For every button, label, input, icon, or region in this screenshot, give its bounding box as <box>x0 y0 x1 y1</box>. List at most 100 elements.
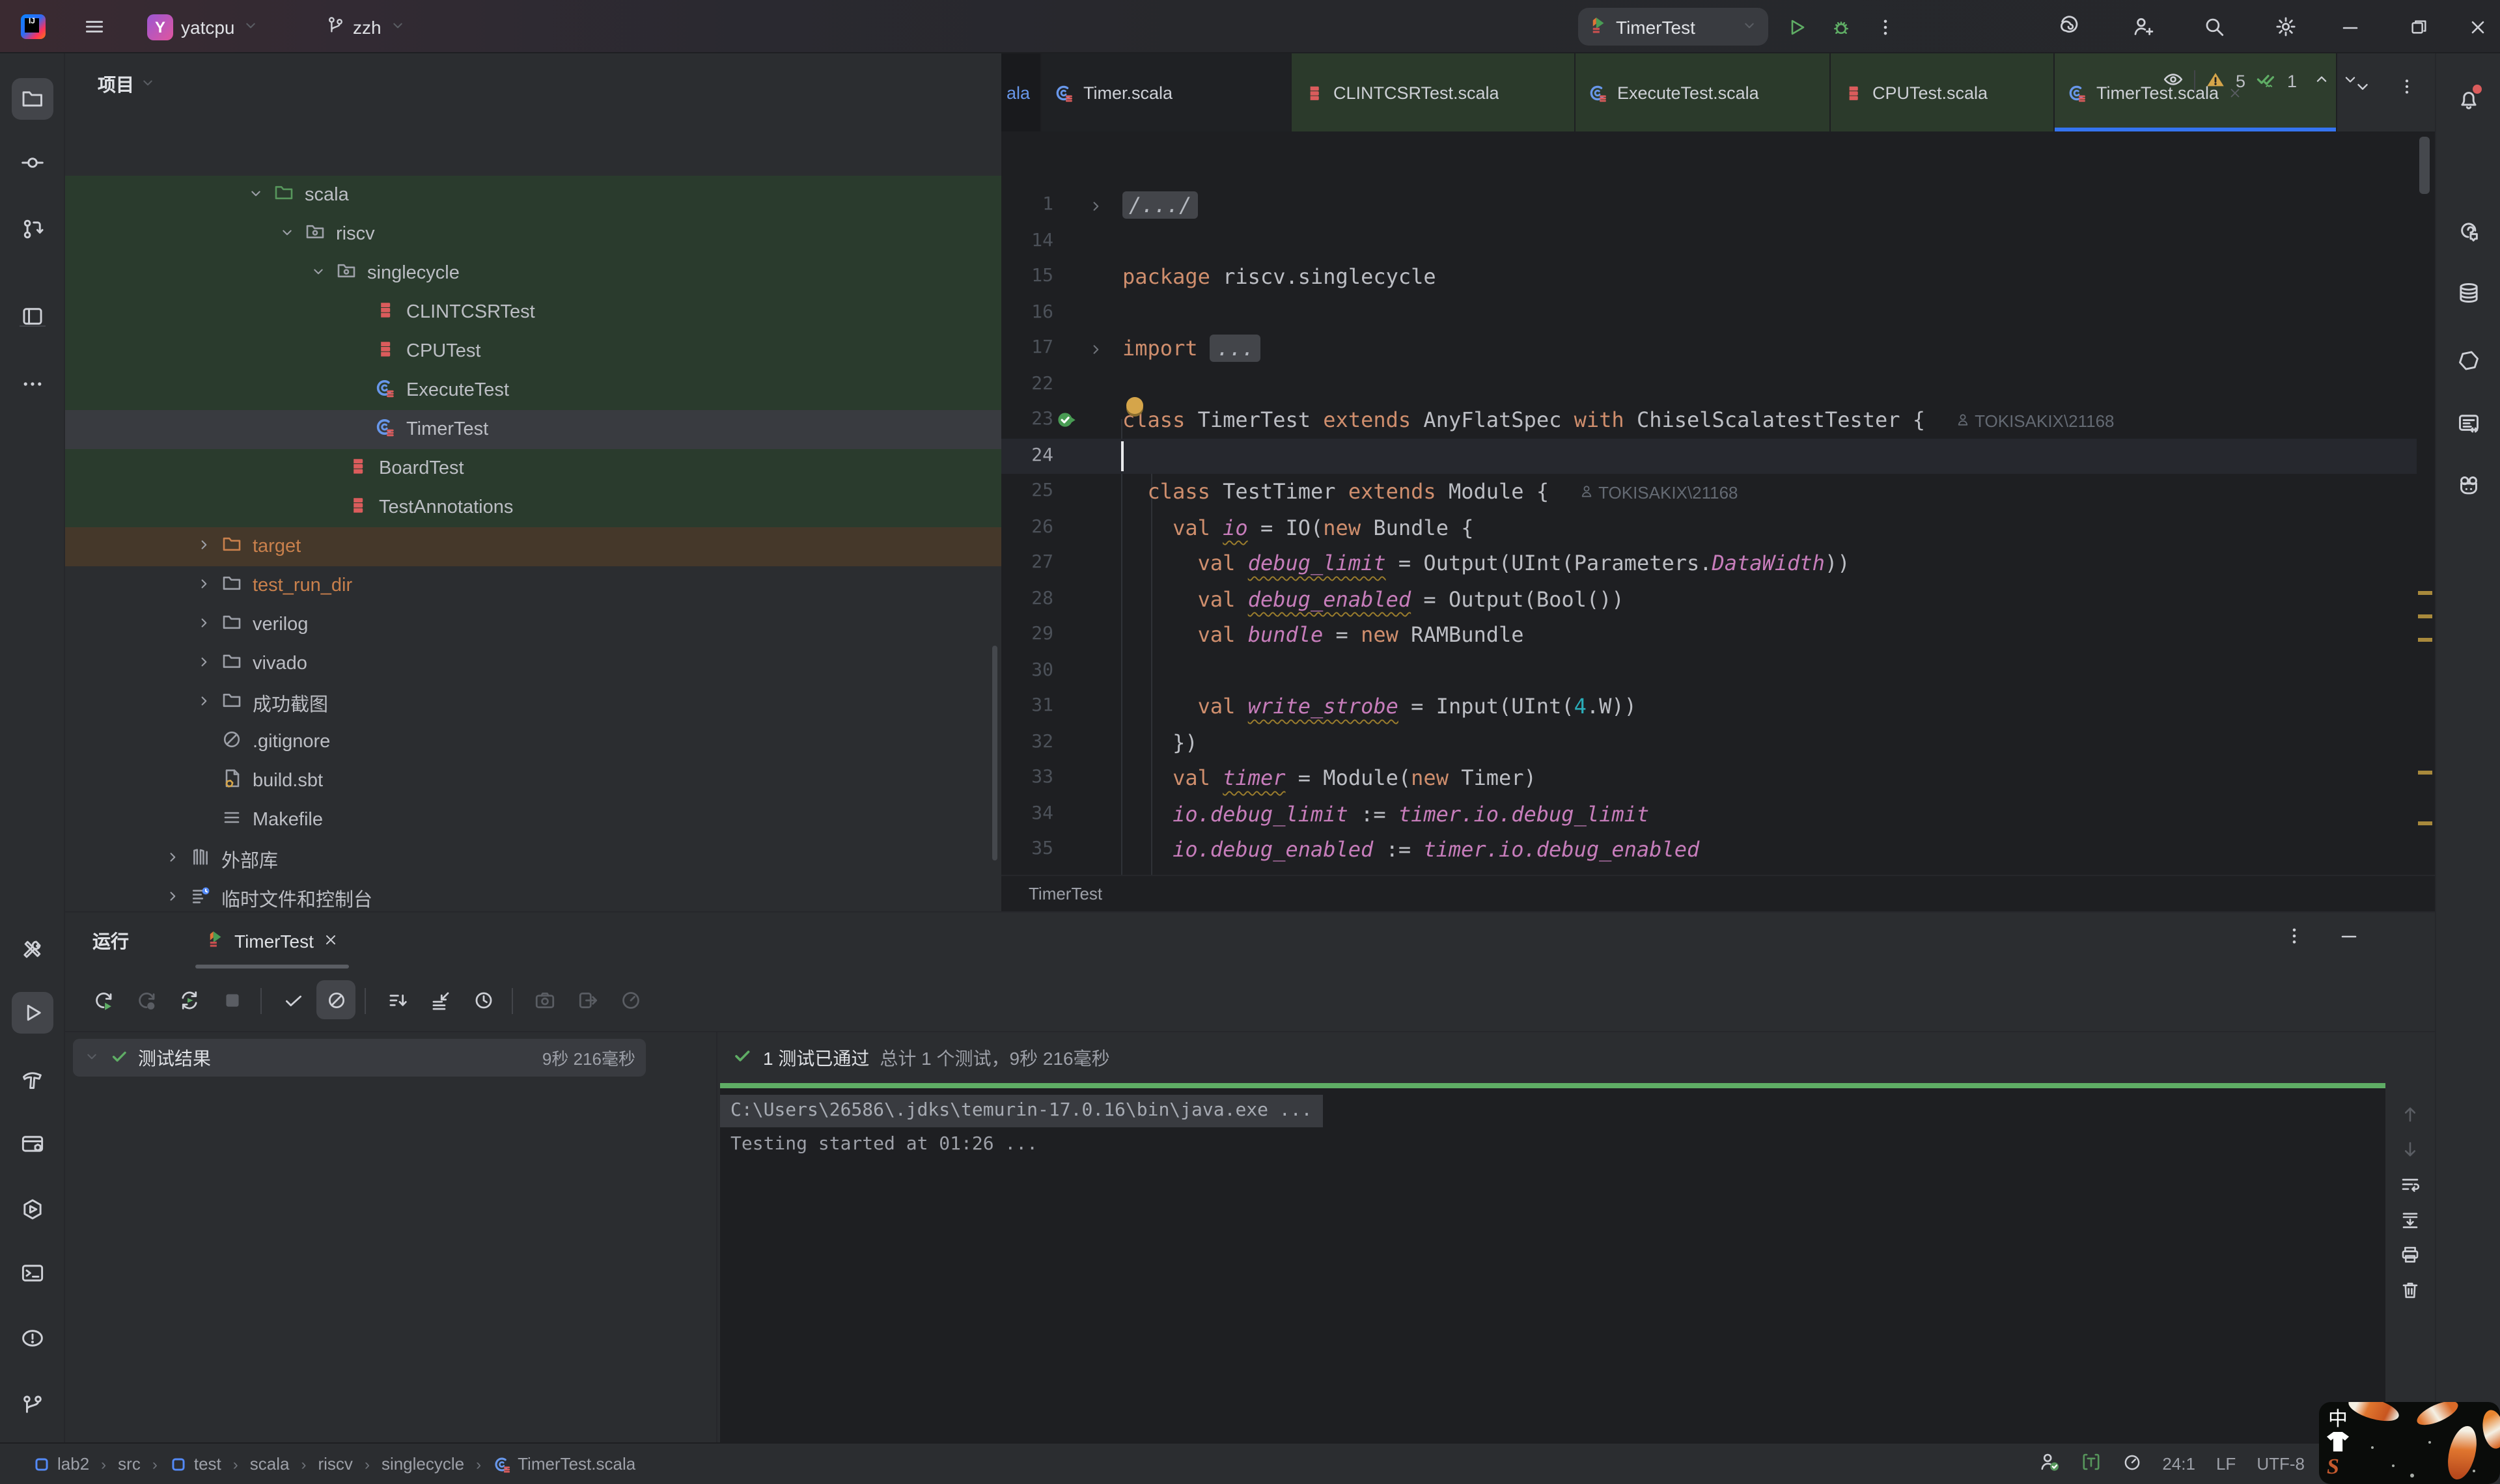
toolbar-sort-time-button[interactable] <box>464 980 503 1019</box>
stripe-terminal-button[interactable] <box>12 1252 53 1294</box>
editor-scrollbar[interactable] <box>2419 137 2430 194</box>
code-with-me-button[interactable] <box>2132 0 2154 53</box>
gauge-icon[interactable] <box>2122 1452 2141 1472</box>
console-scroll-end-button[interactable] <box>2391 1203 2430 1237</box>
warning-stripe-mark[interactable] <box>2418 591 2432 595</box>
stripe-problems-button[interactable] <box>12 1317 53 1359</box>
settings-button[interactable] <box>2275 0 2297 53</box>
tree-item-.gitignore[interactable]: .gitignore <box>65 722 1001 762</box>
code-line-14[interactable]: 14 <box>1001 223 2435 259</box>
project-selector[interactable]: Y yatcpu <box>147 0 260 53</box>
toolbar-check-filter-button[interactable] <box>273 980 312 1019</box>
code-line-36[interactable]: 36 <box>1001 868 2435 875</box>
stripe-structure-button[interactable] <box>12 295 53 337</box>
tree-item-外部库[interactable]: 外部库 <box>65 840 1001 879</box>
code-editor[interactable]: 1/.../1415package riscv.singlecycle1617i… <box>1001 133 2435 875</box>
tree-item-临时文件和控制台[interactable]: 临时文件和控制台 <box>65 879 1001 911</box>
run-test-gutter-icon[interactable] <box>1056 409 1078 436</box>
intention-bulb-icon[interactable] <box>1126 397 1143 414</box>
ide-logo-icon[interactable]: IJ <box>21 0 46 53</box>
warning-stripe-mark[interactable] <box>2418 638 2432 642</box>
search-everywhere-button[interactable] <box>2203 0 2225 53</box>
toolbar-more-v-button[interactable]: undefined <box>654 980 693 1019</box>
stripe-pull-requests-button[interactable] <box>12 208 53 250</box>
toolbar-export-button[interactable] <box>568 980 607 1019</box>
stripe-database-button[interactable] <box>2448 272 2490 314</box>
t-badge-icon[interactable] <box>2080 1451 2101 1472</box>
toolbar-rerun-failed-button[interactable] <box>126 980 165 1019</box>
stripe-sbt-shell-button[interactable] <box>12 1123 53 1165</box>
ime-sogou-logo[interactable]: S <box>2327 1454 2339 1480</box>
code-line-30[interactable]: 30 <box>1001 653 2435 689</box>
vcs-branch-selector[interactable]: zzh <box>326 0 406 53</box>
tree-item-Makefile[interactable]: Makefile <box>65 801 1001 840</box>
stripe-more-button[interactable] <box>12 363 53 405</box>
run-console[interactable]: C:\Users\26586\.jdks\temurin-17.0.16\bin… <box>720 1088 2385 1442</box>
code-line-22[interactable]: 22 <box>1001 366 2435 402</box>
window-close-button[interactable] <box>2460 0 2496 53</box>
code-line-16[interactable]: 16 <box>1001 295 2435 331</box>
code-line-31[interactable]: 31 val write_strobe = Input(UInt(4.W)) <box>1001 689 2435 724</box>
code-line-1[interactable]: 1/.../ <box>1001 187 2435 223</box>
ai-assistant-button[interactable] <box>2057 0 2079 53</box>
run-configuration-selector[interactable]: TimerTest <box>1578 8 1768 46</box>
tree-item-verilog[interactable]: verilog <box>65 605 1001 644</box>
tab-options-button[interactable] <box>2397 77 2417 100</box>
status-breadcrumb-test[interactable]: test <box>169 1454 221 1474</box>
editor-tab-ala[interactable]: ala <box>1001 53 1042 131</box>
warning-stripe-mark[interactable] <box>2418 771 2432 775</box>
warning-stripe-mark[interactable] <box>2418 614 2432 618</box>
fold-marker-icon[interactable] <box>1087 195 1104 220</box>
stripe-project-button[interactable] <box>12 78 53 120</box>
code-line-25[interactable]: 25 class TestTimer extends Module { TOKI… <box>1001 474 2435 510</box>
stripe-services-button[interactable] <box>12 1189 53 1230</box>
breadcrumb-item[interactable]: TimerTest <box>1029 884 1102 903</box>
code-line-17[interactable]: 17import ... <box>1001 331 2435 366</box>
tree-item-TestAnnotations[interactable]: TestAnnotations <box>65 488 1001 527</box>
project-tree-scrollbar[interactable] <box>992 646 997 860</box>
stripe-ai-chat-button[interactable] <box>2448 211 2490 253</box>
console-arrow-down-button[interactable] <box>2391 1133 2430 1166</box>
toolbar-sort-by-button[interactable] <box>378 980 417 1019</box>
translation-plugin-icon[interactable] <box>2080 1451 2101 1476</box>
status-breadcrumb-src[interactable]: src <box>118 1454 141 1474</box>
stripe-plugin-mascot-button[interactable] <box>2448 465 2490 506</box>
tree-item-vivado[interactable]: vivado <box>65 644 1001 683</box>
next-problem-button[interactable] <box>2341 70 2359 92</box>
line-separator[interactable]: LF <box>2216 1454 2236 1474</box>
tree-item-CLINTCSRTest[interactable]: CLINTCSRTest <box>65 293 1001 332</box>
code-line-27[interactable]: 27 val debug_limit = Output(UInt(Paramet… <box>1001 545 2435 581</box>
project-panel-header[interactable]: 项目 <box>98 72 156 98</box>
toolbar-ignore-circle-button[interactable] <box>316 980 355 1019</box>
window-restore-button[interactable] <box>2400 0 2436 53</box>
tree-item-CPUTest[interactable]: CPUTest <box>65 332 1001 371</box>
warning-count[interactable]: 5 <box>2236 72 2245 91</box>
code-line-33[interactable]: 33 val timer = Module(new Timer) <box>1001 760 2435 796</box>
editor-tab-ExecuteTest.scala[interactable]: ExecuteTest.scala <box>1576 53 1831 131</box>
toolbar-auto-test-button[interactable] <box>169 980 208 1019</box>
tree-item-singlecycle[interactable]: singlecycle <box>65 254 1001 293</box>
status-breadcrumb-singlecycle[interactable]: singlecycle <box>382 1454 464 1474</box>
console-arrow-up-button[interactable] <box>2391 1097 2430 1131</box>
toolbar-stop-button[interactable] <box>212 980 251 1019</box>
tree-item-BoardTest[interactable]: BoardTest <box>65 449 1001 488</box>
stripe-commit-button[interactable] <box>12 142 53 184</box>
code-line-29[interactable]: 29 val bundle = new RAMBundle <box>1001 617 2435 653</box>
fold-marker-icon[interactable] <box>1087 338 1104 363</box>
ime-language-indicator[interactable]: 中 <box>2328 1405 2348 1432</box>
code-line-34[interactable]: 34 io.debug_limit := timer.io.debug_limi… <box>1001 796 2435 832</box>
stripe-build-button[interactable] <box>12 1058 53 1100</box>
code-with-me-status-icon[interactable] <box>2038 1451 2059 1476</box>
memory-indicator-icon[interactable] <box>2122 1452 2141 1476</box>
stripe-ide-tools-button[interactable] <box>12 928 53 970</box>
file-encoding[interactable]: UTF-8 <box>2257 1454 2305 1474</box>
previous-problem-button[interactable] <box>2312 70 2331 92</box>
editor-tab-CPUTest.scala[interactable]: CPUTest.scala <box>1831 53 2055 131</box>
test-results-row[interactable]: 测试结果 9秒 216毫秒 <box>73 1039 646 1077</box>
person-check-icon[interactable] <box>2038 1451 2059 1472</box>
run-panel-hide-button[interactable] <box>2339 926 2359 946</box>
tree-item-riscv[interactable]: riscv <box>65 215 1001 254</box>
editor-tab-CLINTCSRTest.scala[interactable]: CLINTCSRTest.scala <box>1292 53 1576 131</box>
stripe-notifications-button[interactable] <box>2448 78 2490 120</box>
stripe-dev-notes-button[interactable] <box>2448 402 2490 444</box>
